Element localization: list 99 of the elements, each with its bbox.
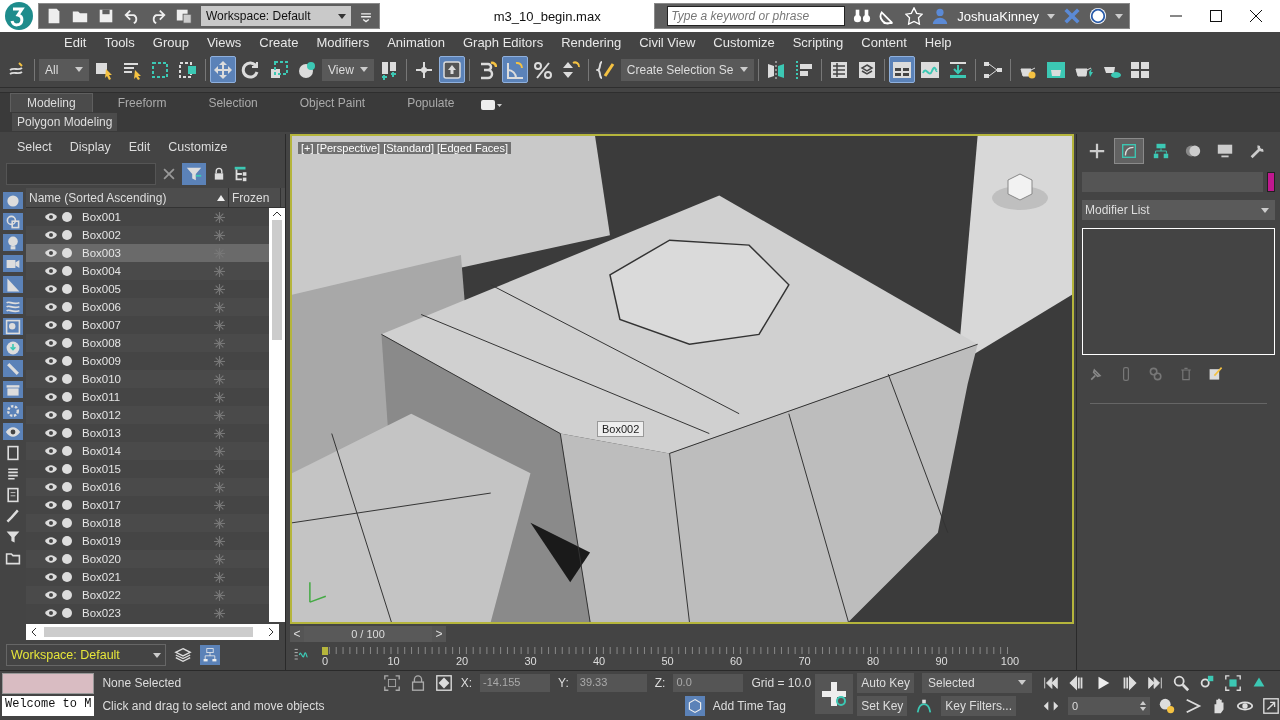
scene-row[interactable]: Box022 bbox=[26, 586, 269, 604]
frame-number: 60 bbox=[729, 655, 743, 667]
frame-number: 0 bbox=[321, 655, 329, 667]
scene-row[interactable]: Box018 bbox=[26, 514, 269, 532]
workspace-dropdown[interactable]: Workspace: Default bbox=[201, 6, 351, 26]
object-name: Box020 bbox=[81, 553, 122, 565]
object-name: Box010 bbox=[81, 373, 122, 385]
menu-item[interactable]: Display bbox=[60, 140, 120, 154]
object-name: Box007 bbox=[81, 319, 122, 331]
coordinate-label: X: bbox=[460, 675, 473, 690]
frame-number: 50 bbox=[661, 655, 674, 667]
ribbon-tab[interactable]: Populate bbox=[390, 93, 472, 112]
frame-number: 10 bbox=[387, 655, 400, 667]
scene-row[interactable]: Box014 bbox=[26, 442, 269, 460]
key-filters-button[interactable]: Key Filters... bbox=[941, 696, 1016, 717]
toolbar-dropdown[interactable]: Create Selection Se bbox=[620, 58, 754, 81]
toolbar-dropdown[interactable]: View bbox=[322, 58, 374, 81]
object-name: Box022 bbox=[81, 589, 122, 601]
menu-item[interactable]: Content bbox=[852, 34, 916, 50]
object-name: Box011 bbox=[81, 391, 122, 403]
set-key-button[interactable]: Set Key bbox=[857, 696, 908, 717]
ribbon-tab[interactable]: Freeform bbox=[100, 93, 184, 112]
previous-frame-button[interactable]: < bbox=[290, 626, 304, 642]
object-name: Box016 bbox=[81, 481, 122, 493]
add-time-tag-link[interactable]: Add Time Tag bbox=[712, 699, 786, 714]
object-name: Box012 bbox=[81, 409, 122, 421]
viewport-label[interactable]: [+] [Perspective] [Standard] [Edged Faces] bbox=[298, 142, 511, 154]
frame-number: 30 bbox=[524, 655, 537, 667]
toolbar-dropdown[interactable]: All bbox=[39, 58, 89, 81]
menu-item[interactable]: Tools bbox=[95, 34, 144, 50]
scene-row[interactable]: Box002 bbox=[26, 226, 269, 244]
menu-item[interactable]: Civil View bbox=[630, 34, 705, 50]
frame-number: 80 bbox=[866, 655, 880, 667]
maxscript-output[interactable]: Welcome to M bbox=[2, 696, 95, 716]
menu-item[interactable]: Customize bbox=[704, 34, 784, 50]
object-name: Box015 bbox=[81, 463, 122, 475]
menu-item[interactable]: Animation bbox=[378, 34, 454, 50]
menu-item[interactable]: Scripting bbox=[783, 34, 853, 50]
object-name: Box004 bbox=[81, 265, 122, 277]
object-name: Box019 bbox=[81, 535, 122, 547]
menu-item[interactable]: Modifiers bbox=[307, 34, 379, 50]
menu-item[interactable]: Select bbox=[8, 140, 61, 154]
scene-row[interactable]: Box016 bbox=[26, 478, 269, 496]
object-name: Box021 bbox=[81, 571, 122, 583]
grid-size: Grid = 10.0 bbox=[751, 675, 812, 690]
object-name: Box003 bbox=[81, 247, 122, 259]
object-name: Box018 bbox=[81, 517, 122, 529]
coordinate-label: Y: bbox=[558, 675, 569, 690]
frame-number: 70 bbox=[798, 655, 811, 667]
prompt-text: Click and drag to select and move objects bbox=[102, 699, 326, 714]
column-header[interactable]: Name (Sorted Ascending) bbox=[26, 188, 229, 207]
scene-row[interactable]: Box008 bbox=[26, 334, 269, 352]
object-name: Box008 bbox=[81, 337, 122, 349]
object-name: Box023 bbox=[81, 607, 122, 619]
menu-item[interactable]: Customize bbox=[159, 140, 237, 154]
column-header[interactable]: Frozen bbox=[229, 188, 281, 207]
scene-row[interactable]: Box012 bbox=[26, 406, 269, 424]
current-frame-field[interactable]: 0 bbox=[1068, 697, 1150, 716]
menu-item[interactable]: Group bbox=[143, 34, 198, 50]
ribbon-panel-title[interactable]: Polygon Modeling bbox=[12, 113, 118, 131]
scene-row[interactable]: Box003 bbox=[26, 244, 269, 262]
scene-row[interactable]: Box004 bbox=[26, 262, 269, 280]
window-title: m3_10_begin.max bbox=[492, 8, 602, 24]
user-name[interactable]: JoshuaKinney bbox=[957, 8, 1039, 24]
time-track[interactable]: 0 10 20 30 40 50 60 70 80 90 100 bbox=[322, 647, 1022, 669]
menu-item[interactable]: Edit bbox=[55, 34, 96, 50]
menu-item[interactable]: Edit bbox=[119, 140, 160, 154]
object-name: Box017 bbox=[81, 499, 122, 511]
search-field[interactable]: Type a keyword or phrase bbox=[667, 6, 846, 26]
workspace-dropdown[interactable]: Workspace: Default bbox=[6, 644, 166, 666]
object-name: Box013 bbox=[81, 427, 122, 439]
object-name: Box002 bbox=[81, 229, 122, 241]
object-name: Box014 bbox=[81, 445, 122, 457]
frame-number: 90 bbox=[935, 655, 948, 667]
frame-number: 100 bbox=[1000, 655, 1020, 667]
menu-item[interactable]: Graph Editors bbox=[453, 34, 553, 50]
object-name: Box001 bbox=[81, 211, 122, 223]
frame-number: 40 bbox=[592, 655, 606, 667]
key-mode-dropdown[interactable]: Selected bbox=[922, 672, 1032, 693]
object-tooltip: Box002 bbox=[597, 421, 645, 437]
next-frame-button[interactable]: > bbox=[432, 626, 446, 642]
frame-number: 20 bbox=[455, 655, 469, 667]
menu-item[interactable]: Help bbox=[915, 34, 961, 50]
object-name: Box009 bbox=[81, 355, 122, 367]
scene-row[interactable]: Box010 bbox=[26, 370, 269, 388]
auto-key-button[interactable]: Auto Key bbox=[857, 672, 914, 693]
scene-row[interactable]: Box006 bbox=[26, 298, 269, 316]
scene-row[interactable]: Box020 bbox=[26, 550, 269, 568]
ribbon-tab[interactable]: Object Paint bbox=[282, 93, 383, 112]
ribbon-tab[interactable]: Modeling bbox=[10, 93, 93, 112]
selection-status: None Selected bbox=[102, 675, 183, 690]
menu-item[interactable]: Create bbox=[250, 34, 308, 50]
menu-item[interactable]: Rendering bbox=[552, 34, 631, 50]
object-name: Box005 bbox=[81, 283, 122, 295]
menu-item[interactable]: Views bbox=[197, 34, 251, 50]
ribbon-tab[interactable]: Selection bbox=[191, 93, 275, 112]
modifier-list-dropdown[interactable]: Modifier List bbox=[1082, 200, 1275, 220]
coordinate-label: Z: bbox=[654, 675, 666, 690]
object-name: Box006 bbox=[81, 301, 122, 313]
